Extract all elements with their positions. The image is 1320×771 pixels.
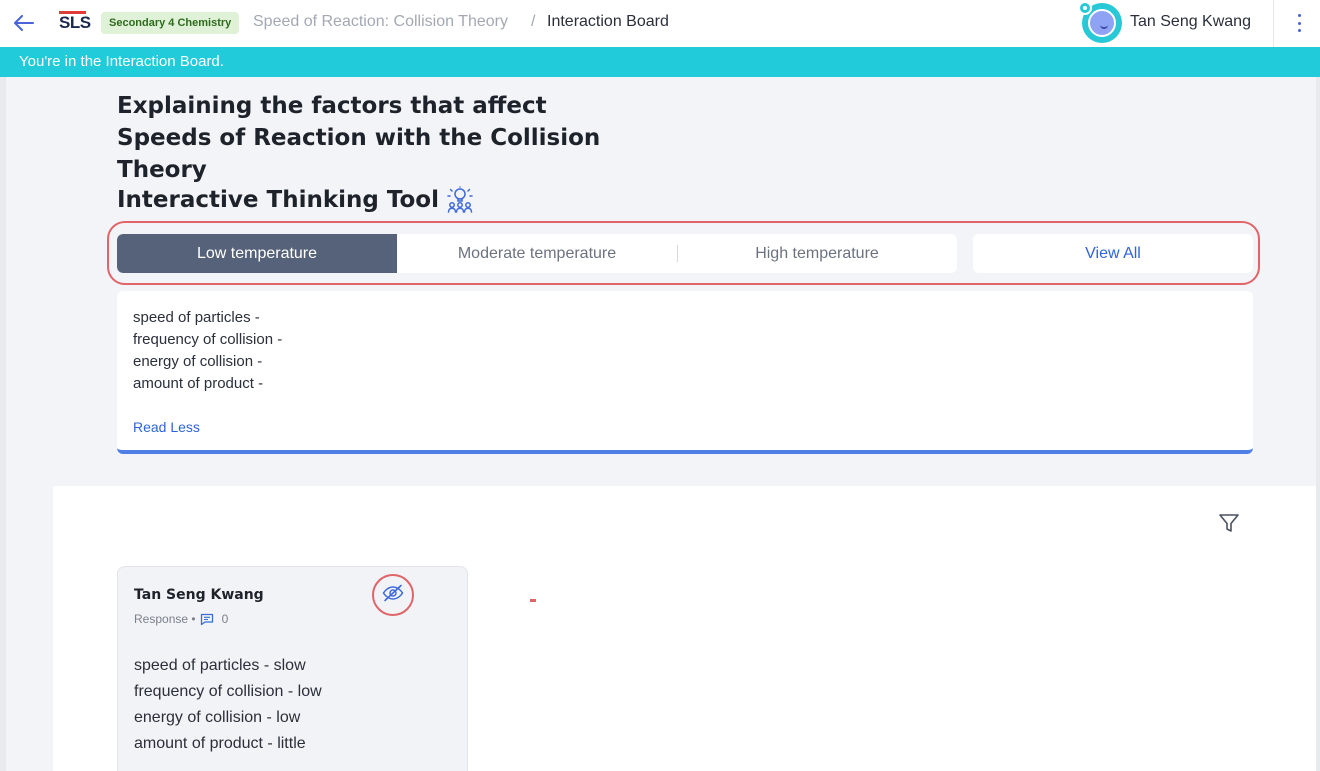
avatar[interactable] xyxy=(1078,1,1122,43)
prompt-line: amount of product - xyxy=(133,375,264,392)
read-less-link[interactable]: Read Less xyxy=(133,419,200,435)
prompt-line: energy of collision - xyxy=(133,353,263,370)
tab-moderate-temperature[interactable]: Moderate temperature xyxy=(397,234,677,273)
response-text: speed of particles - slow frequency of c… xyxy=(134,653,322,757)
subject-tag: Secondary 4 Chemistry xyxy=(101,12,240,34)
response-card[interactable]: Tan Seng Kwang Response • 0 speed of par… xyxy=(117,566,468,771)
response-meta: Response • 0 xyxy=(134,612,228,626)
tab-high-temperature[interactable]: High temperature xyxy=(677,234,957,273)
tab-low-temperature[interactable]: Low temperature xyxy=(117,234,397,273)
back-arrow-icon[interactable] xyxy=(12,12,36,34)
response-line: energy of collision - low xyxy=(134,709,301,726)
brainstorm-icon xyxy=(447,186,473,214)
response-line: amount of product - little xyxy=(134,735,306,752)
eye-off-icon xyxy=(382,584,404,606)
prompt-line: frequency of collision - xyxy=(133,331,283,348)
breadcrumb-lesson[interactable]: Speed of Reaction: Collision Theory xyxy=(253,13,508,31)
hide-response-button[interactable] xyxy=(372,574,414,616)
interaction-board-banner: You're in the Interaction Board. xyxy=(0,47,1320,77)
user-name[interactable]: Tan Seng Kwang xyxy=(1130,13,1251,31)
comment-count: 0 xyxy=(221,612,229,626)
temperature-tabs: Low temperature Moderate temperature Hig… xyxy=(117,234,957,273)
tool-title-text: Interactive Thinking Tool xyxy=(117,187,439,213)
annotation-mark xyxy=(530,599,536,602)
left-gutter xyxy=(0,77,6,771)
divider xyxy=(1273,0,1274,47)
response-line: frequency of collision - low xyxy=(134,683,322,700)
breadcrumb-current: Interaction Board xyxy=(547,13,669,30)
prompt-line: speed of particles - xyxy=(133,309,260,326)
logo-text: SLS xyxy=(59,13,91,32)
view-all-button[interactable]: View All xyxy=(973,234,1253,273)
tool-title: Interactive Thinking Tool xyxy=(117,186,473,214)
response-author: Tan Seng Kwang xyxy=(134,587,264,603)
sls-logo[interactable]: SLS xyxy=(59,11,91,33)
top-bar: SLS Secondary 4 Chemistry Speed of React… xyxy=(0,0,1320,47)
breadcrumb-separator: / xyxy=(531,13,536,30)
more-vert-icon[interactable] xyxy=(1290,12,1308,34)
right-scroll-gutter[interactable] xyxy=(1316,77,1320,771)
prompt-card: speed of particles - frequency of collis… xyxy=(117,291,1253,454)
response-line: speed of particles - slow xyxy=(134,657,306,674)
page-title: Explaining the factors that affect Speed… xyxy=(117,93,601,183)
location-pin-icon xyxy=(1078,1,1092,15)
response-type: Response • xyxy=(134,612,196,626)
filter-icon[interactable] xyxy=(1218,512,1240,534)
comment-icon[interactable] xyxy=(200,613,214,626)
responses-board: Tan Seng Kwang Response • 0 speed of par… xyxy=(53,486,1316,771)
prompt-text: speed of particles - frequency of collis… xyxy=(133,307,282,395)
